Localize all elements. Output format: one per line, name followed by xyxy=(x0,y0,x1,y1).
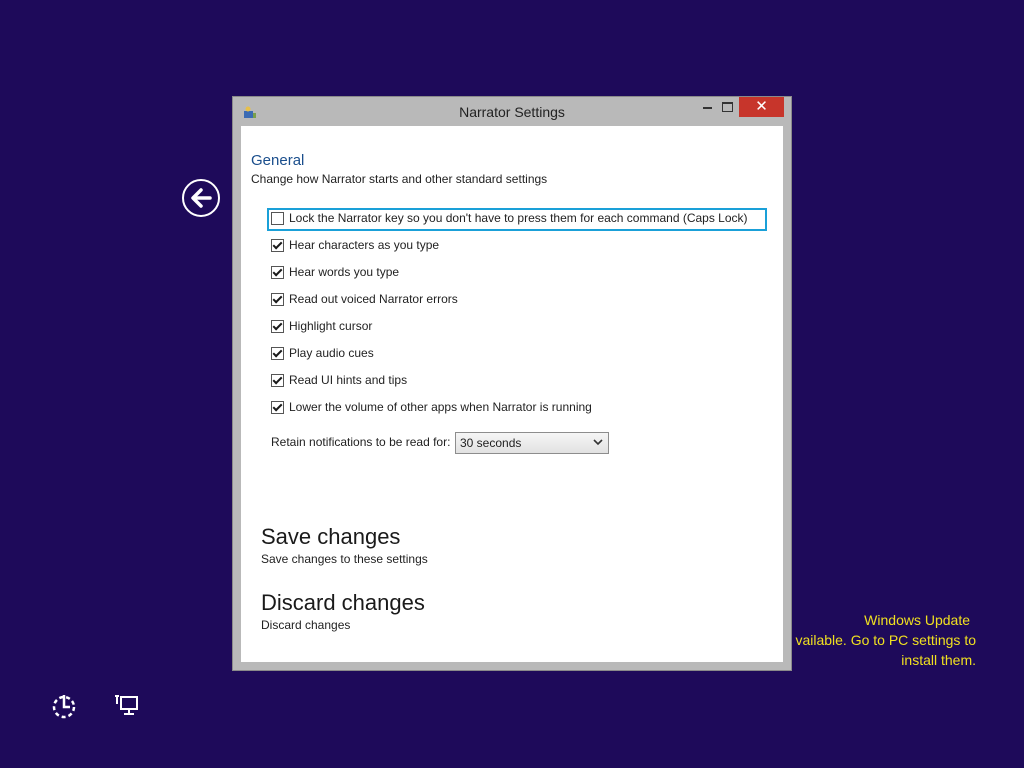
checkbox[interactable] xyxy=(271,211,284,225)
option-label: Highlight cursor xyxy=(289,319,373,333)
option-hear-words[interactable]: Hear words you type xyxy=(271,264,399,280)
chevron-down-icon xyxy=(593,439,603,446)
option-label: Lower the volume of other apps when Narr… xyxy=(289,400,592,414)
discard-changes-button[interactable]: Discard changes xyxy=(261,590,425,616)
network-icon[interactable] xyxy=(114,692,142,720)
option-label: Read out voiced Narrator errors xyxy=(289,292,458,306)
option-highlight-cursor[interactable]: Highlight cursor xyxy=(271,318,372,334)
option-lock-narrator-key[interactable]: Lock the Narrator key so you don't have … xyxy=(271,210,748,226)
settings-content: General Change how Narrator starts and o… xyxy=(241,126,783,662)
close-button[interactable]: ✕ xyxy=(739,97,784,117)
option-play-audio-cues[interactable]: Play audio cues xyxy=(271,345,374,361)
dropdown-value: 30 seconds xyxy=(460,436,522,450)
save-changes-button[interactable]: Save changes xyxy=(261,524,400,550)
checkbox[interactable] xyxy=(271,346,284,360)
update-notification-line3[interactable]: install them. xyxy=(780,652,976,668)
option-label: Hear words you type xyxy=(289,265,400,279)
maximize-button[interactable] xyxy=(715,97,741,115)
retain-duration-dropdown[interactable]: 30 seconds xyxy=(455,432,609,454)
back-arrow-icon[interactable] xyxy=(182,179,220,217)
save-changes-description: Save changes to these settings xyxy=(261,552,428,566)
option-label: Read UI hints and tips xyxy=(289,373,408,387)
general-heading: General xyxy=(251,152,305,169)
checkbox[interactable] xyxy=(271,238,284,252)
option-read-errors[interactable]: Read out voiced Narrator errors xyxy=(271,291,458,307)
update-notification-line2[interactable]: vailable. Go to PC settings to xyxy=(780,632,976,648)
general-subtitle: Change how Narrator starts and other sta… xyxy=(251,172,548,186)
discard-changes-description: Discard changes xyxy=(261,618,351,632)
checkbox[interactable] xyxy=(271,319,284,333)
retain-notifications-label: Retain notifications to be read for: xyxy=(271,435,451,449)
update-notification-title[interactable]: Windows Update xyxy=(760,612,970,628)
option-label: Hear characters as you type xyxy=(289,238,440,252)
narrator-settings-window: Narrator Settings ✕ General Change how N… xyxy=(233,97,791,670)
close-icon: ✕ xyxy=(755,98,768,115)
option-label: Play audio cues xyxy=(289,346,374,360)
ease-of-access-icon[interactable] xyxy=(50,692,78,720)
checkbox[interactable] xyxy=(271,373,284,387)
option-read-ui-hints[interactable]: Read UI hints and tips xyxy=(271,372,407,388)
option-lower-volume[interactable]: Lower the volume of other apps when Narr… xyxy=(271,399,592,415)
option-label: Lock the Narrator key so you don't have … xyxy=(289,211,748,225)
title-bar[interactable]: Narrator Settings ✕ xyxy=(233,97,791,126)
checkbox[interactable] xyxy=(271,292,284,306)
checkbox[interactable] xyxy=(271,265,284,279)
option-hear-characters[interactable]: Hear characters as you type xyxy=(271,237,439,253)
checkbox[interactable] xyxy=(271,400,284,414)
